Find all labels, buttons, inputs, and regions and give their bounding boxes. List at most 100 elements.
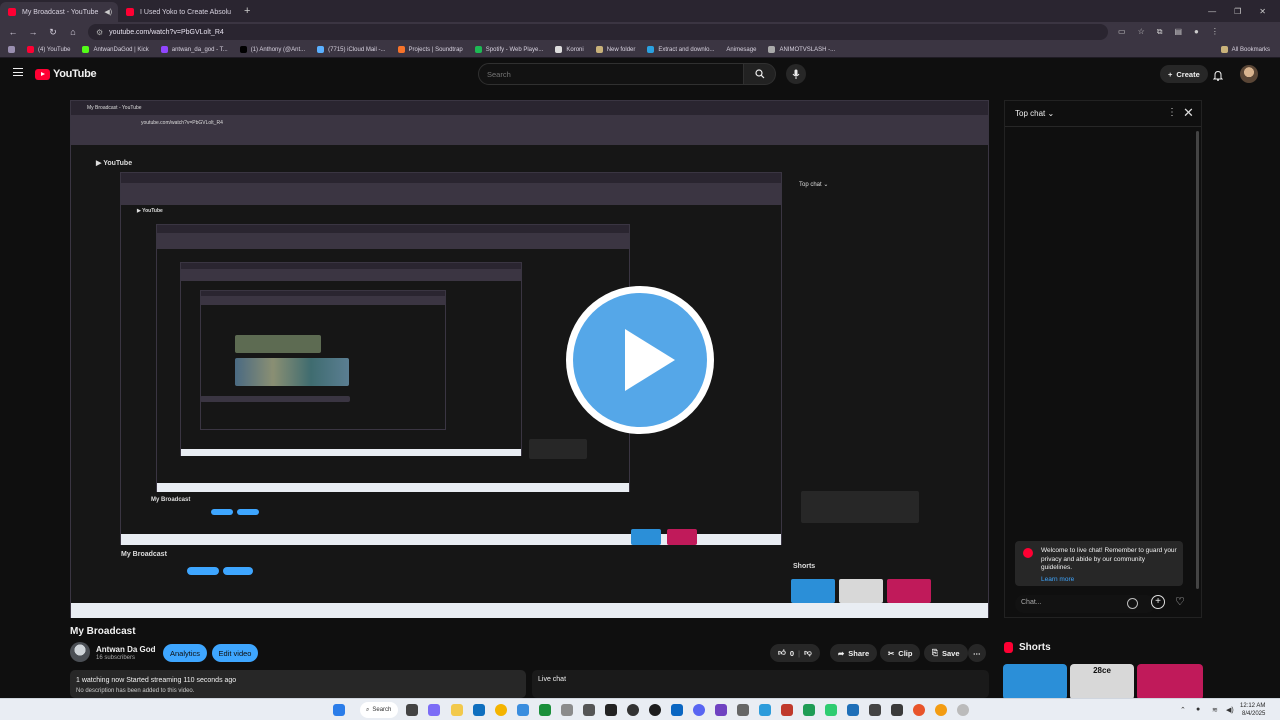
live-chat-replay-box[interactable]: Live chat [532,670,989,698]
bookmark-item[interactable]: antwan_da_god - T... [160,46,228,53]
video-player[interactable]: ▶ YouTube My Broadcast - YouTube youtube… [70,100,989,618]
bookmark-item[interactable]: Spotify - Web Playe... [474,46,543,53]
voice-search-button[interactable] [786,64,806,84]
thumbs-up-icon: 👍︎ [778,648,786,657]
tray-app-icon[interactable]: ● [1196,706,1200,713]
app-icon[interactable] [649,704,661,716]
bookmark-item[interactable]: Projects | Soundtrap [397,46,463,53]
menu-icon[interactable] [13,68,23,76]
play-button[interactable] [566,286,714,434]
short-thumbnail[interactable] [1137,664,1203,700]
app-icon[interactable] [517,704,529,716]
bookmark-item[interactable]: (7715) iCloud Mail -... [317,46,386,53]
search-button[interactable] [744,63,776,85]
app-icon[interactable] [891,704,903,716]
like-button[interactable]: 👍︎ 0 | 👎︎ [770,644,820,662]
short-thumbnail[interactable] [1003,664,1067,700]
speaker-icon[interactable]: ◀) [104,8,112,16]
clock[interactable]: 12:12 AM 8/4/2025 [1240,702,1265,718]
edit-video-button[interactable]: Edit video [212,644,258,662]
search-input[interactable] [478,63,744,85]
wifi-icon[interactable]: ≋ [1212,706,1218,714]
home-icon[interactable]: ⌂ [68,27,78,37]
close-chat-icon[interactable]: ✕ [1183,105,1194,121]
add-icon[interactable]: + [1151,595,1165,609]
url-field[interactable]: ⚙ youtube.com/watch?v=PbGVLolt_R4 [88,24,1108,40]
app-icon[interactable] [561,704,573,716]
app-icon[interactable] [473,704,485,716]
excel-icon[interactable] [803,704,815,716]
app-icon[interactable] [935,704,947,716]
more-actions-button[interactable]: ⋯ [968,644,986,662]
channel-name[interactable]: Antwan Da God [96,645,156,654]
menu-dots-icon[interactable]: ⋮ [1211,27,1219,37]
app-icon[interactable] [715,704,727,716]
site-info-icon[interactable]: ⚙ [96,28,103,37]
bookmark-item[interactable]: (4) YouTube [27,46,70,53]
clip-button[interactable]: ✂ Clip [880,644,921,662]
file-explorer-icon[interactable] [451,704,463,716]
bookmark-item[interactable]: Extract and downlo... [647,46,714,53]
bookmark-folder[interactable]: New folder [595,46,635,53]
description-box[interactable]: 1 watching now Started streaming 110 sec… [70,670,526,698]
chat-scrollbar[interactable] [1196,131,1199,589]
app-icon[interactable] [869,704,881,716]
app-icon[interactable] [605,704,617,716]
bookmark-item[interactable]: AntwanDaGod | Kick [82,46,149,53]
thumbs-down-icon[interactable]: 👎︎ [804,648,812,658]
tray-chevron-icon[interactable]: ⌃ [1180,706,1186,714]
tab-my-broadcast[interactable]: My Broadcast - YouTube ◀) ✕ [0,2,118,22]
heart-icon[interactable]: ♡ [1175,595,1185,608]
sidepanel-icon[interactable]: ▤ [1174,27,1182,37]
account-avatar[interactable] [1240,65,1258,83]
app-icon[interactable] [539,704,551,716]
share-button[interactable]: ➦ Share [830,644,878,662]
discord-icon[interactable] [693,704,705,716]
app-icon[interactable] [957,704,969,716]
short-thumbnail[interactable]: 28ce [1070,664,1134,700]
save-button[interactable]: ⎘ Save [924,644,968,662]
bookmark-item[interactable]: ANIMOTVSLASH -... [768,46,835,53]
chrome-icon[interactable] [495,704,507,716]
app-icon[interactable] [428,704,440,716]
maximize-icon[interactable]: ❐ [1234,7,1241,16]
bookmark-item[interactable]: (1) Anthony (@Ant... [239,46,305,53]
more-options-icon[interactable]: ⋮ [1167,107,1177,118]
notifications-bell-icon[interactable] [1212,68,1224,86]
all-bookmarks[interactable]: All Bookmarks [1220,46,1280,53]
reload-icon[interactable]: ↻ [48,27,58,38]
apps-icon[interactable] [8,46,15,53]
top-chat-dropdown[interactable]: Top chat ⌄ [1015,109,1054,118]
emoji-icon[interactable] [1127,598,1138,609]
create-button[interactable]: + Create [1160,65,1208,83]
taskbar-search[interactable]: ⌕ Search [360,702,398,718]
window-close-icon[interactable]: ✕ [1259,7,1266,16]
analytics-button[interactable]: Analytics [163,644,207,662]
task-view-icon[interactable] [406,704,418,716]
forward-icon[interactable]: → [28,27,38,37]
back-icon[interactable]: ← [8,27,18,37]
app-icon[interactable] [913,704,925,716]
tab-yoko-video[interactable]: I Used Yoko to Create Absolu ✕ [118,2,236,22]
start-icon[interactable] [333,704,345,716]
youtube-logo[interactable]: YouTube [35,68,97,80]
app-icon[interactable] [825,704,837,716]
volume-icon[interactable]: ◀) [1226,706,1234,714]
app-icon[interactable] [583,704,595,716]
app-icon[interactable] [671,704,683,716]
bookmark-item[interactable]: Animesage [726,47,756,53]
channel-avatar[interactable] [70,642,90,662]
minimize-icon[interactable]: — [1208,7,1216,16]
learn-more-link[interactable]: Learn more [1041,576,1177,585]
bookmark-star-icon[interactable]: ☆ [1138,27,1145,37]
app-icon[interactable] [627,704,639,716]
app-icon[interactable] [759,704,771,716]
bookmark-item[interactable]: Koroni [555,46,584,53]
app-icon[interactable] [781,704,793,716]
new-tab-button[interactable]: + [236,5,258,17]
extensions-icon[interactable]: ⧉ [1157,27,1163,37]
profile-icon[interactable]: ● [1194,27,1199,37]
cast-icon[interactable]: ▭ [1118,27,1126,37]
app-icon[interactable] [737,704,749,716]
app-icon[interactable] [847,704,859,716]
